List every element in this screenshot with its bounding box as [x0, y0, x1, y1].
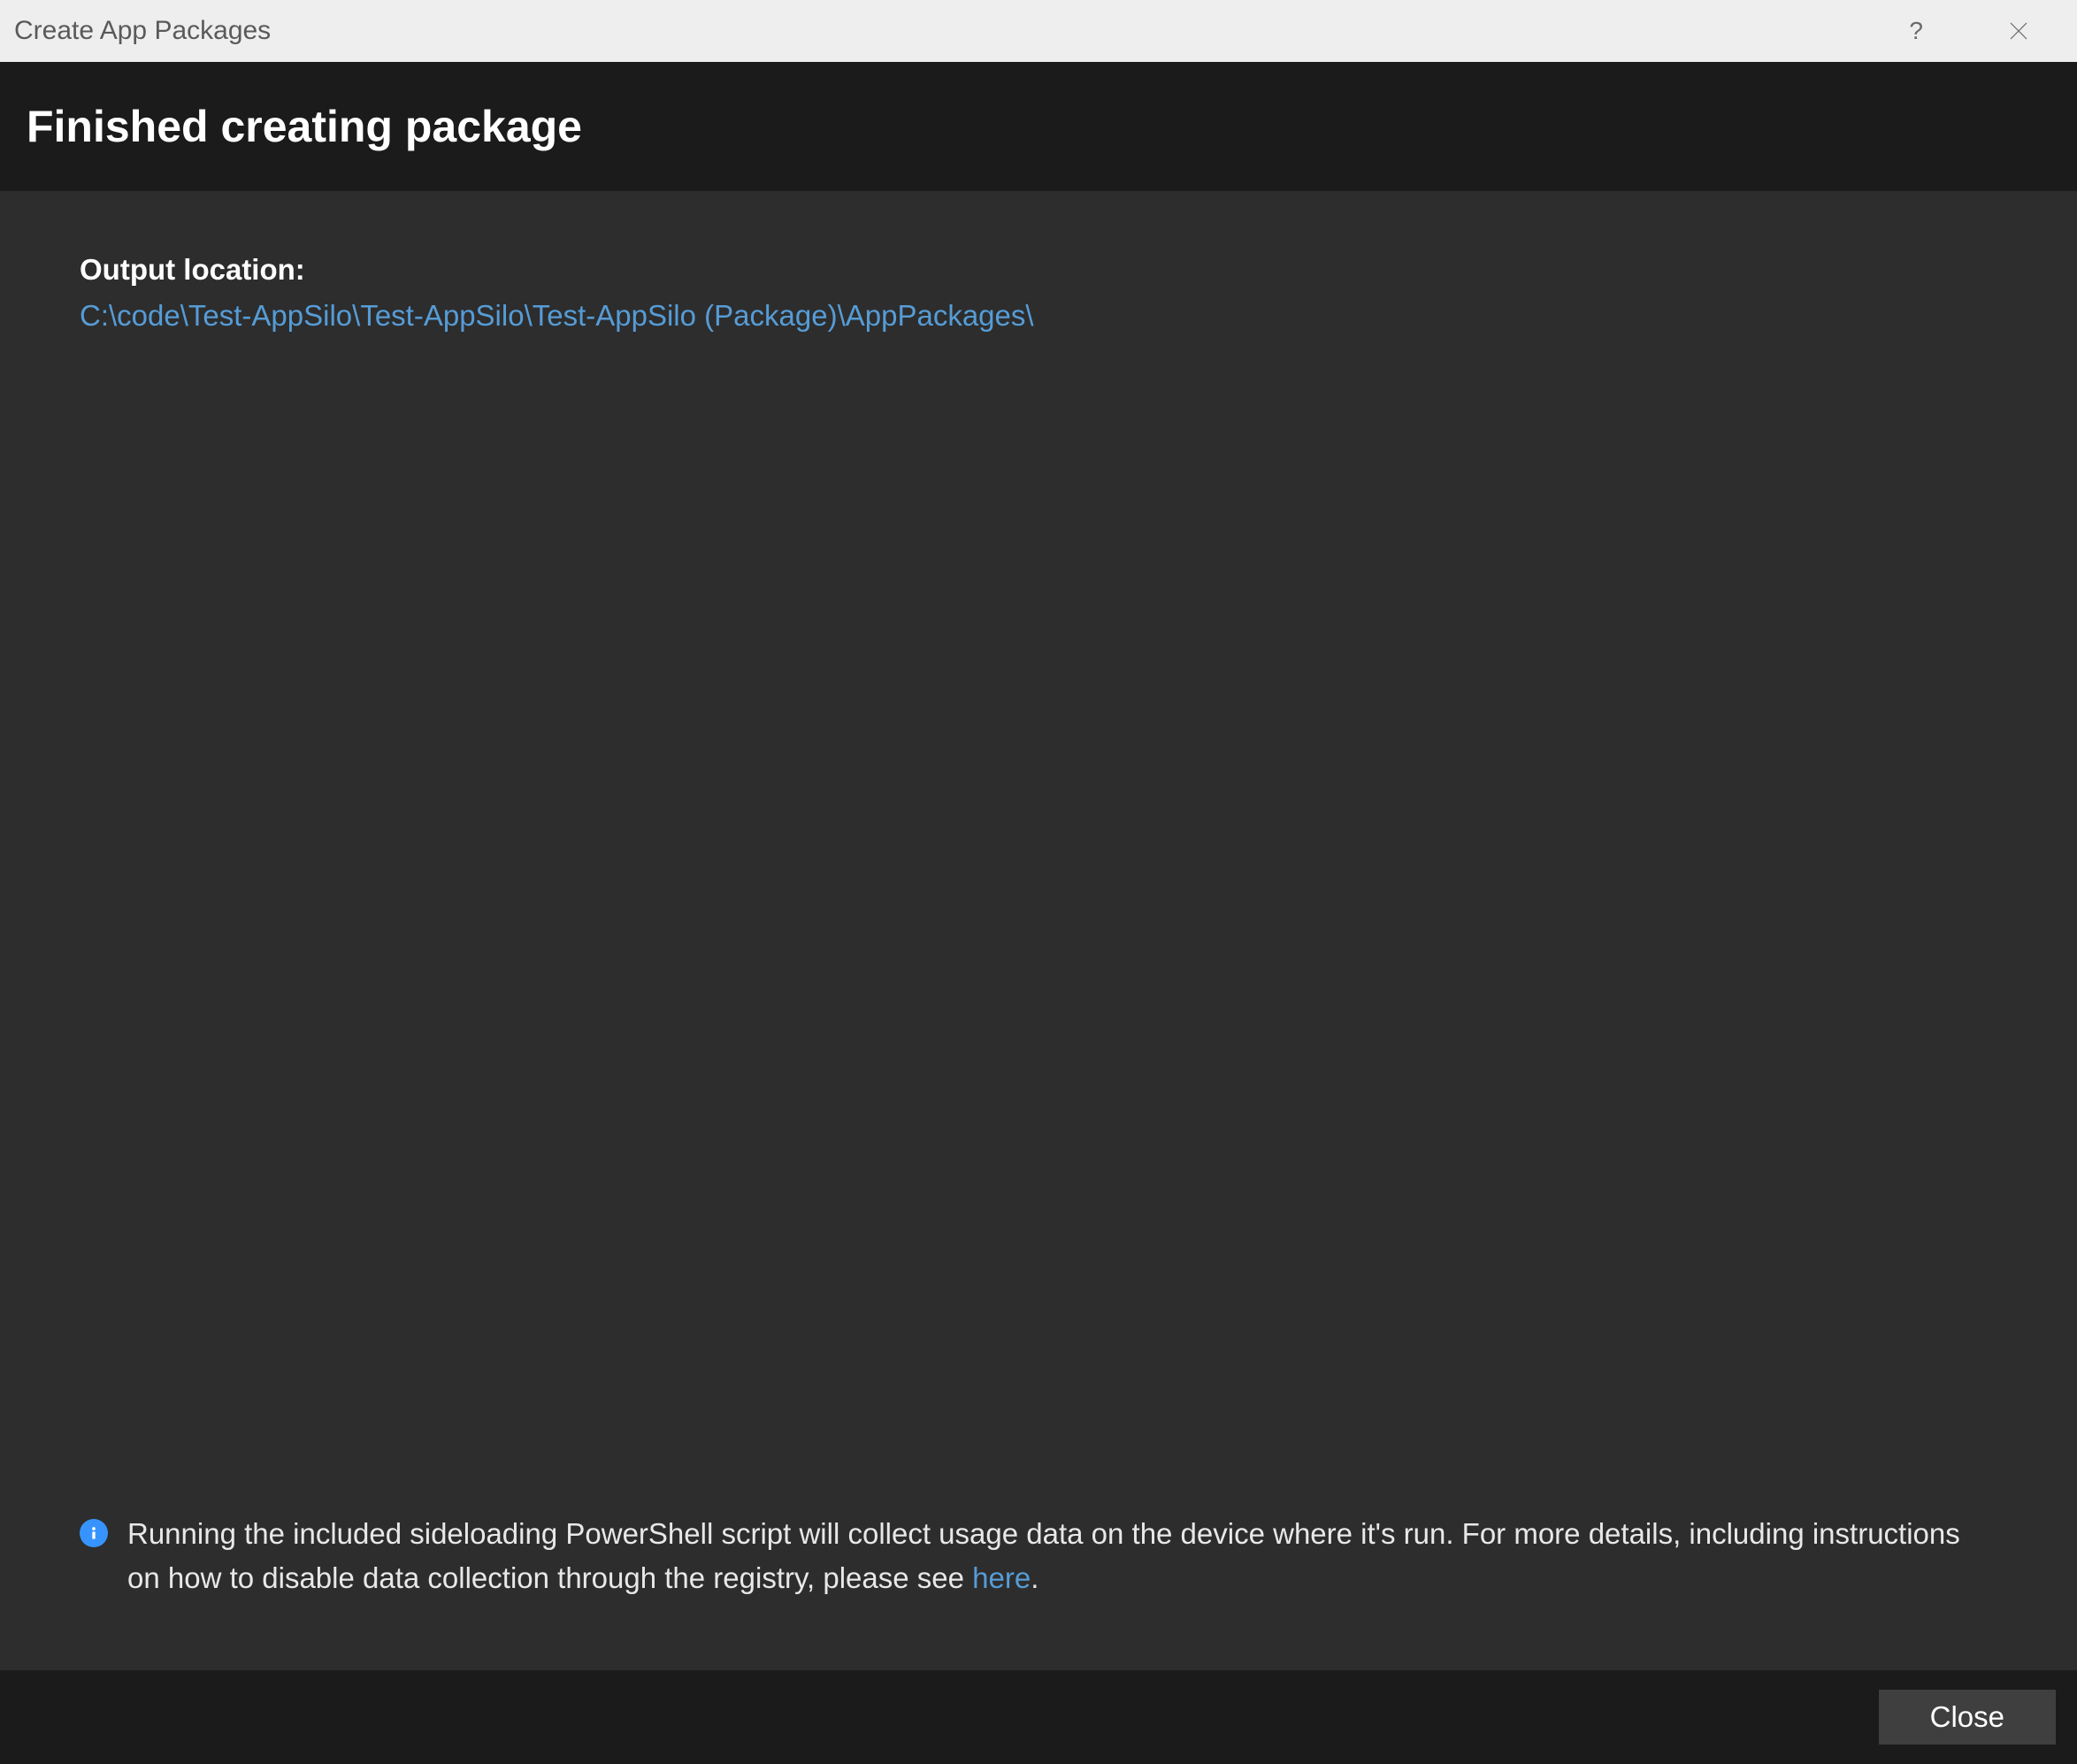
page-title: Finished creating package [27, 101, 2050, 152]
info-note: Running the included sideloading PowerSh… [80, 1512, 1997, 1635]
content-spacer [80, 333, 1997, 1512]
info-here-link[interactable]: here [972, 1561, 1031, 1594]
help-button[interactable]: ? [1902, 13, 1930, 49]
output-location-link[interactable]: C:\code\Test-AppSilo\Test-AppSilo\Test-A… [80, 299, 1997, 333]
titlebar: Create App Packages ? [0, 0, 2077, 62]
window-title: Create App Packages [14, 16, 1902, 46]
titlebar-controls: ? [1902, 13, 2063, 49]
info-text-after: . [1031, 1561, 1038, 1594]
dialog-window: Create App Packages ? Finished creating … [0, 0, 2077, 1764]
close-button[interactable]: Close [1879, 1690, 2056, 1745]
content-area: Output location: C:\code\Test-AppSilo\Te… [0, 191, 2077, 1670]
header-banner: Finished creating package [0, 62, 2077, 191]
info-text: Running the included sideloading PowerSh… [127, 1512, 1997, 1599]
window-close-button[interactable] [2001, 17, 2036, 45]
output-location-label: Output location: [80, 253, 1997, 287]
footer: Close [0, 1670, 2077, 1764]
info-text-before: Running the included sideloading PowerSh… [127, 1517, 1960, 1594]
info-icon [80, 1519, 108, 1547]
close-icon [2008, 20, 2029, 42]
